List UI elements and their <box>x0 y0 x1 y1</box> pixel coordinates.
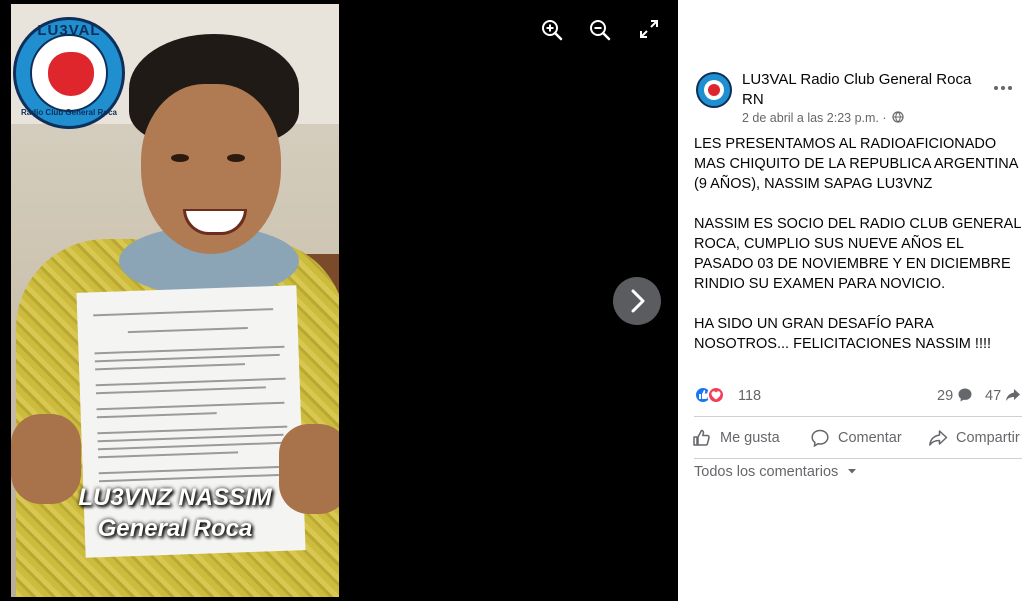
comment-count-value: 29 <box>937 388 954 404</box>
like-button-label: Me gusta <box>720 430 780 446</box>
apple-icon <box>48 52 94 96</box>
post-text: LES PRESENTAMOS AL RADIOAFICIONADO MAS C… <box>694 134 1024 374</box>
photo-boy-eye-left <box>171 154 189 162</box>
club-logo-center <box>30 34 108 112</box>
comment-button-label: Comentar <box>838 430 902 446</box>
reactions-bar: 118 29 47 <box>694 385 1024 407</box>
thumbs-up-icon <box>693 429 710 446</box>
divider <box>694 416 1022 417</box>
comments-filter-dropdown[interactable]: Todos los comentarios <box>694 464 858 480</box>
post-meta: 2 de abril a las 2:23 p.m. · <box>742 111 904 125</box>
caret-down-icon <box>848 469 857 474</box>
zoom-in-icon[interactable] <box>540 18 566 44</box>
more-options-button[interactable] <box>992 80 1014 96</box>
comment-bubble-icon <box>958 388 972 402</box>
chevron-right-icon <box>631 289 645 313</box>
fullscreen-icon[interactable] <box>638 18 664 44</box>
reaction-count[interactable]: 118 <box>738 388 761 404</box>
divider <box>694 458 1022 459</box>
comments-filter-label: Todos los comentarios <box>694 464 839 480</box>
like-button[interactable]: Me gusta <box>692 426 780 450</box>
share-icon <box>929 430 948 446</box>
photo-caption-line2: General Roca <box>97 515 253 542</box>
post-paragraph: LES PRESENTAMOS AL RADIOAFICIONADO MAS C… <box>694 136 1018 192</box>
photo-caption-line1: LU3VNZ NASSIM <box>78 484 272 511</box>
club-logo: LU3VAL Radio Club General Roca <box>13 17 125 129</box>
post-date[interactable]: 2 de abril a las 2:23 p.m. · <box>742 111 887 125</box>
love-reaction-icon[interactable] <box>707 386 725 404</box>
photo-viewer: LU3VNZ NASSIM General Roca LU3VAL Radio … <box>0 0 678 601</box>
page-avatar[interactable] <box>696 72 732 108</box>
zoom-out-icon[interactable] <box>588 18 614 44</box>
next-photo-button[interactable] <box>613 277 661 325</box>
share-button-label: Compartir <box>956 430 1020 446</box>
globe-icon <box>892 111 904 123</box>
share-arrow-icon <box>1006 389 1021 401</box>
more-dots-icon <box>994 86 1012 90</box>
panel-topbar <box>678 0 1036 56</box>
comment-button[interactable]: Comentar <box>810 426 902 450</box>
post-paragraph: NASSIM ES SOCIO DEL RADIO CLUB GENERAL R… <box>694 216 1021 292</box>
share-count-value: 47 <box>985 388 1002 404</box>
photo-caption: LU3VNZ NASSIM General Roca <box>11 482 339 544</box>
club-logo-subtitle: Radio Club General Roca <box>20 108 118 117</box>
post-paragraph: HA SIDO UN GRAN DESAFÍO PARA NOSOTROS...… <box>694 316 992 352</box>
photo-boy-eye-right <box>227 154 245 162</box>
share-button[interactable]: Compartir <box>928 426 1020 450</box>
comment-count[interactable]: 29 <box>937 387 973 404</box>
post-panel: LU3VAL Radio Club General Roca RN 2 de a… <box>678 0 1036 601</box>
page-name-link[interactable]: LU3VAL Radio Club General Roca RN <box>742 70 982 110</box>
comment-icon <box>811 429 829 448</box>
share-count[interactable]: 47 <box>985 387 1021 404</box>
